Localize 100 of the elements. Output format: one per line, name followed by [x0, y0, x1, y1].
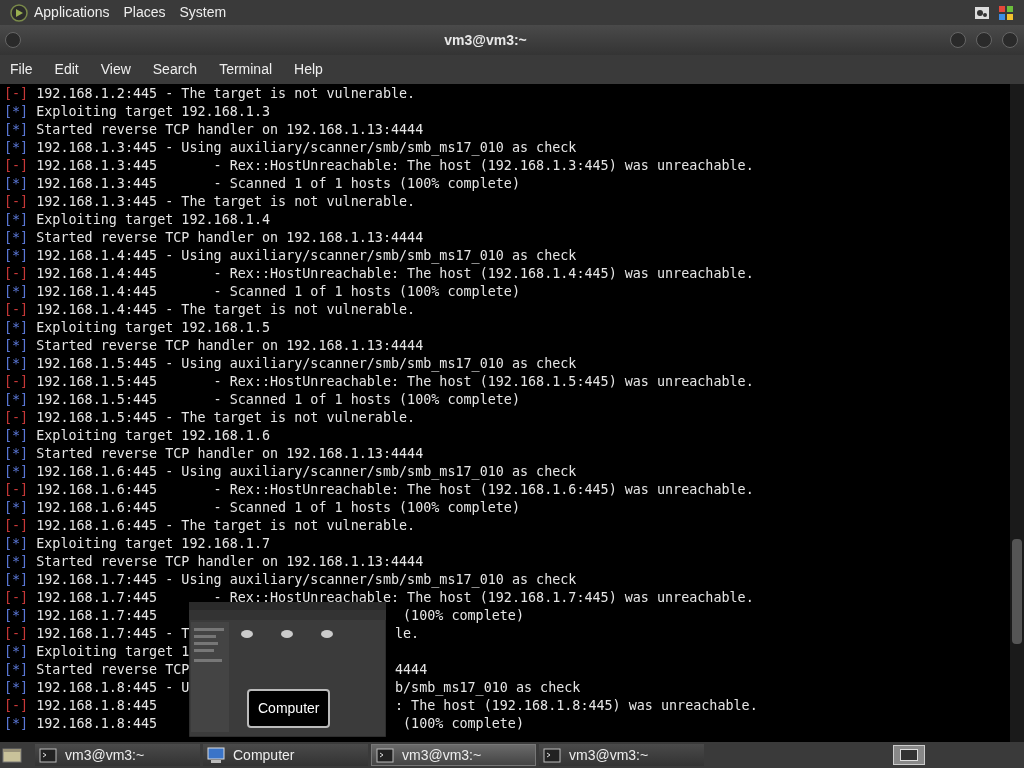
- terminal-output: Started reverse TCP handler on 192.168.1.13:4444: [36, 122, 424, 137]
- status-marker: [-]: [4, 158, 29, 173]
- terminal-output: : The host (192.168.1.8:445) was unreachable.: [394, 697, 758, 715]
- menu-item[interactable]: File: [10, 59, 33, 80]
- terminal-output: 192.168.1.5:445 - Rex::HostUnreachable: The host (192.168.1.5:445) was unreachable.: [36, 374, 754, 389]
- status-marker: [*]: [4, 680, 29, 695]
- taskbar-button[interactable]: vm3@vm3:~: [35, 744, 200, 766]
- network-icon[interactable]: [974, 4, 990, 21]
- taskbar-button[interactable]: vm3@vm3:~: [371, 744, 536, 766]
- menu-item[interactable]: Search: [152, 59, 198, 80]
- status-marker: [*]: [4, 464, 29, 479]
- status-marker: [*]: [4, 608, 29, 623]
- minimize-button[interactable]: [950, 32, 966, 48]
- terminal-output: 192.168.1.2:445 - The target is not vulnerable.: [36, 86, 416, 101]
- monitor-icon: [207, 746, 225, 764]
- terminal-output: 192.168.1.7:445 - T: [36, 626, 190, 641]
- terminal-output: Exploiting target 192.168.1.7: [36, 536, 271, 551]
- window-title: vm3@vm3:~: [444, 30, 527, 50]
- status-marker: [*]: [4, 248, 29, 263]
- terminal-output: 192.168.1.3:445 - Using auxiliary/scanner/smb/smb_ms17_010 as check: [36, 140, 577, 155]
- status-marker: [*]: [4, 644, 29, 659]
- close-button[interactable]: [1002, 32, 1018, 48]
- status-marker: [*]: [4, 716, 29, 731]
- terminal-output: Exploiting target 192.168.1.6: [36, 428, 271, 443]
- terminal-icon: [543, 746, 561, 764]
- status-marker: [*]: [4, 122, 29, 137]
- terminal-output: 192.168.1.5:445 - Scanned 1 of 1 hosts (100% complete): [36, 392, 520, 407]
- terminal-output: b/smb_ms17_010 as check: [394, 679, 581, 697]
- status-marker: [-]: [4, 374, 29, 389]
- taskbar-button[interactable]: vm3@vm3:~: [539, 744, 704, 766]
- terminal-output: 192.168.1.4:445 - Rex::HostUnreachable: The host (192.168.1.4:445) was unreachable.: [36, 266, 754, 281]
- terminal-output: 192.168.1.3:445 - Rex::HostUnreachable: The host (192.168.1.3:445) was unreachable.: [36, 158, 754, 173]
- terminal-output: 192.168.1.6:445 - Scanned 1 of 1 hosts (100% complete): [36, 500, 520, 515]
- scrollbar-thumb[interactable]: [1012, 539, 1022, 644]
- terminal-output: 192.168.1.6:445 - The target is not vulnerable.: [36, 518, 416, 533]
- menu-item[interactable]: Terminal: [219, 59, 273, 80]
- terminal-output: (100% complete): [402, 607, 524, 625]
- terminal-icon: [376, 746, 394, 764]
- status-marker: [-]: [4, 86, 29, 101]
- flag-icon[interactable]: [998, 4, 1014, 21]
- status-marker: [-]: [4, 482, 29, 497]
- terminal-output: Started reverse TCP handler on 192.168.1.13:4444: [36, 554, 424, 569]
- status-marker: [*]: [4, 284, 29, 299]
- status-marker: [-]: [4, 590, 29, 605]
- logo-icon[interactable]: [10, 3, 28, 22]
- terminal-output: (100% complete): [402, 715, 524, 733]
- status-marker: [*]: [4, 500, 29, 515]
- status-marker: [*]: [4, 140, 29, 155]
- status-marker: [*]: [4, 554, 29, 569]
- status-marker: [*]: [4, 176, 29, 191]
- status-marker: [*]: [4, 572, 29, 587]
- maximize-button[interactable]: [976, 32, 992, 48]
- status-marker: [-]: [4, 518, 29, 533]
- terminal-output: 192.168.1.7:445 - Using auxiliary/scanner/smb/smb_ms17_010 as check: [36, 572, 577, 587]
- terminal-output: Exploiting target 1: [36, 644, 190, 659]
- status-marker: [-]: [4, 302, 29, 317]
- terminal-output: 192.168.1.4:445 - Scanned 1 of 1 hosts (100% complete): [36, 284, 520, 299]
- terminal-output: le.: [394, 625, 420, 643]
- taskbar-button[interactable]: Computer: [203, 744, 368, 766]
- panel-menu[interactable]: Applications: [34, 2, 110, 23]
- menu-item[interactable]: Edit: [54, 59, 79, 80]
- terminal-output: Exploiting target 192.168.1.5: [36, 320, 271, 335]
- status-marker: [*]: [4, 446, 29, 461]
- status-marker: [*]: [4, 104, 29, 119]
- terminal-output: 192.168.1.5:445 - The target is not vulnerable.: [36, 410, 416, 425]
- terminal-output: Started reverse TCP handler on 192.168.1.13:4444: [36, 338, 424, 353]
- status-marker: [*]: [4, 356, 29, 371]
- terminal-output: Started reverse TCP handler on 192.168.1.13:4444: [36, 446, 424, 461]
- terminal-output: 192.168.1.8:445: [36, 716, 158, 731]
- terminal-output: 192.168.1.4:445 - The target is not vulnerable.: [36, 302, 416, 317]
- status-marker: [*]: [4, 536, 29, 551]
- scrollbar[interactable]: [1010, 84, 1024, 742]
- workspace-switcher[interactable]: [893, 745, 925, 765]
- terminal-output: 192.168.1.8:445: [36, 698, 158, 713]
- terminal-output: 192.168.1.8:445 - U: [36, 680, 190, 695]
- status-marker: [-]: [4, 698, 29, 713]
- terminal-output: 192.168.1.7:445: [36, 608, 158, 623]
- terminal-output: Exploiting target 192.168.1.3: [36, 104, 271, 119]
- terminal-output: Started reverse TCP handler on 192.168.1.13:4444: [36, 230, 424, 245]
- terminal-output: Started reverse TCP: [36, 662, 190, 677]
- show-desktop-icon[interactable]: [2, 746, 22, 764]
- tooltip: Computer: [247, 689, 331, 728]
- window-menu-button[interactable]: [5, 32, 21, 48]
- status-marker: [*]: [4, 428, 29, 443]
- status-marker: [*]: [4, 662, 29, 677]
- panel-menu[interactable]: System: [179, 2, 227, 23]
- terminal-output: 192.168.1.3:445 - Scanned 1 of 1 hosts (100% complete): [36, 176, 520, 191]
- panel-menu[interactable]: Places: [123, 2, 166, 23]
- menu-item[interactable]: View: [100, 59, 131, 80]
- menu-item[interactable]: Help: [294, 59, 323, 80]
- terminal-icon: [39, 746, 57, 764]
- status-marker: [*]: [4, 392, 29, 407]
- terminal-output: 192.168.1.4:445 - Using auxiliary/scanner/smb/smb_ms17_010 as check: [36, 248, 577, 263]
- terminal-output: Exploiting target 192.168.1.4: [36, 212, 271, 227]
- terminal-output: 192.168.1.7:445 - Rex::HostUnreachable: The host (192.168.1.7:445) was unreachable.: [36, 590, 754, 605]
- terminal-output: 192.168.1.5:445 - Using auxiliary/scanner/smb/smb_ms17_010 as check: [36, 356, 577, 371]
- terminal-output: 4444: [394, 661, 428, 679]
- status-marker: [*]: [4, 212, 29, 227]
- status-marker: [-]: [4, 266, 29, 281]
- terminal-output: 192.168.1.6:445 - Rex::HostUnreachable: The host (192.168.1.6:445) was unreachable.: [36, 482, 754, 497]
